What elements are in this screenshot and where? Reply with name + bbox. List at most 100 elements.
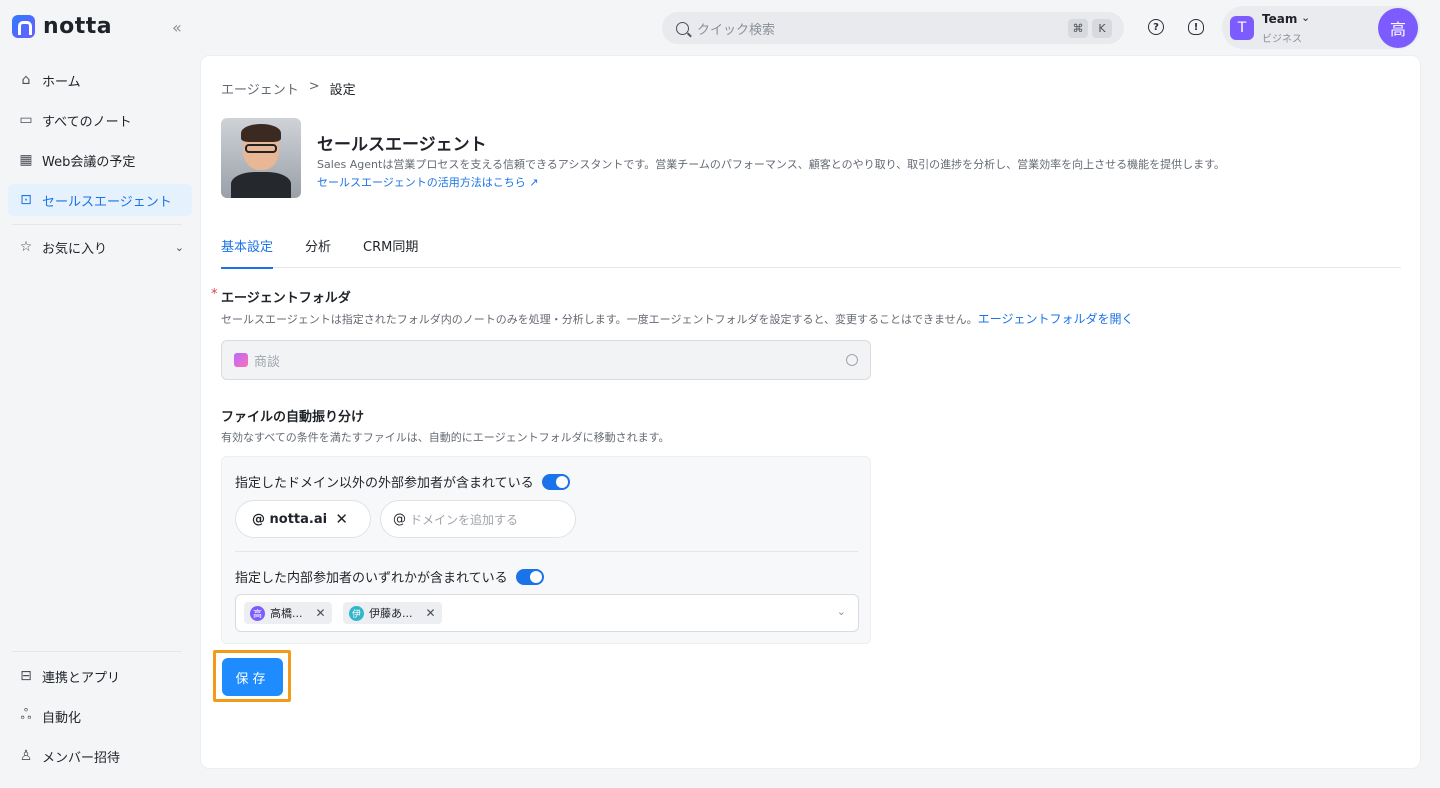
sidebar-item-automation[interactable]: ஃ 自動化 — [8, 700, 192, 732]
team-badge: T — [1230, 16, 1254, 40]
agent-help-link[interactable]: セールスエージェントの活用方法はこちら ↗ — [317, 174, 539, 190]
breadcrumb-agents[interactable]: エージェント — [221, 79, 299, 98]
close-icon[interactable]: ✕ — [335, 510, 348, 528]
kbd-cmd: ⌘ — [1068, 19, 1088, 38]
sidebar-item-label: ホーム — [42, 74, 81, 90]
close-icon[interactable]: ✕ — [316, 606, 326, 620]
sidebar-item-label: すべてのノート — [42, 114, 132, 130]
sidebar-divider — [12, 651, 182, 652]
main-content: エージェント > 設定 セールスエージェント Sales Agentは営業プロセ… — [201, 56, 1420, 768]
logo-text: notta — [43, 14, 113, 39]
kbd-k: K — [1092, 19, 1112, 38]
avatar-hair — [241, 124, 281, 142]
agent-description: Sales Agentは営業プロセスを支える信頼できるアシスタントです。営業チー… — [317, 158, 1226, 171]
sidebar-item-label: セールスエージェント — [42, 194, 172, 210]
agent-folder-description: セールスエージェントは指定されたフォルダ内のノートのみを処理・分析します。一度エ… — [221, 310, 1133, 327]
member-name: 伊藤あ... — [369, 607, 413, 620]
sidebar-item-label: 自動化 — [42, 710, 82, 726]
sidebar-divider — [12, 224, 182, 225]
sidebar-item-sales-agent[interactable]: ⊡ セールスエージェント — [8, 184, 192, 216]
home-icon: ⌂ — [21, 72, 31, 88]
chevron-down-icon[interactable]: ⌄ — [175, 241, 184, 254]
notta-logo[interactable]: notta — [12, 14, 112, 39]
team-plan: ビジネス — [1262, 34, 1302, 45]
folder-icon: ▭ — [19, 112, 33, 128]
close-icon[interactable]: ✕ — [426, 606, 436, 620]
member-chip: 伊 伊藤あ... ✕ — [343, 602, 442, 624]
sidebar-item-home[interactable]: ⌂ ホーム — [8, 64, 192, 96]
domain-chip: @ notta.ai ✕ — [235, 500, 371, 538]
sidebar-item-label: お気に入り — [42, 241, 108, 257]
avatar-glasses — [245, 144, 277, 153]
rule-internal-members-label: 指定した内部参加者のいずれかが含まれている — [235, 571, 508, 586]
internal-members-toggle[interactable] — [515, 568, 544, 585]
tab-basic-settings[interactable]: 基本設定 — [221, 236, 274, 269]
team-name: Team — [1262, 12, 1298, 26]
chevron-down-icon: ⌄ — [836, 605, 846, 618]
open-agent-folder-link[interactable]: エージェントフォルダを開く — [978, 312, 1134, 326]
breadcrumb-separator: > — [308, 79, 320, 94]
lightbulb-icon[interactable]: ! — [1188, 19, 1204, 35]
favorites-nav: ☆ お気に入り ⌄ — [8, 231, 192, 271]
agent-folder-title: * エージェントフォルダ — [211, 287, 351, 306]
domain-input-placeholder: ドメインを追加する — [410, 512, 519, 527]
avatar: 伊 — [349, 605, 364, 621]
tab-bar: 基本設定 分析 CRM同期 — [221, 236, 1401, 269]
member-name: 高橋... — [270, 607, 303, 620]
domain-input[interactable]: @ ドメインを追加する — [380, 500, 576, 538]
quick-search[interactable]: クイック検索 ⌘ K — [662, 12, 1124, 44]
rule-external-domain-label: 指定したドメイン以外の外部参加者が含まれている — [235, 476, 534, 491]
calendar-icon: ▦ — [19, 152, 33, 168]
agent-folder-title-text: エージェントフォルダ — [221, 291, 351, 306]
folder-icon — [234, 353, 248, 367]
collapse-sidebar-icon[interactable]: « — [172, 18, 182, 37]
rule-internal-members: 指定した内部参加者のいずれかが含まれている — [235, 567, 544, 586]
sidebar-item-integrations[interactable]: ⊟ 連携とアプリ — [8, 660, 192, 692]
notta-logo-icon — [12, 15, 35, 38]
sidebar: notta « ⌂ ホーム ▭ すべてのノート ▦ Web会議の予定 ⊡ セール… — [0, 0, 200, 788]
external-domain-toggle[interactable] — [541, 473, 570, 490]
tab-analysis[interactable]: 分析 — [305, 236, 331, 268]
member-select[interactable]: 高 高橋... ✕ 伊 伊藤あ... ✕ ⌄ — [235, 594, 859, 632]
agent-folder-description-text: セールスエージェントは指定されたフォルダ内のノートのみを処理・分析します。一度エ… — [221, 313, 978, 326]
member-chip: 高 高橋... ✕ — [244, 602, 332, 624]
add-member-icon: ♙ — [19, 748, 33, 764]
sidebar-item-label: メンバー招待 — [42, 750, 121, 766]
page-title: セールスエージェント — [317, 135, 487, 155]
auto-sort-description: 有効なすべての条件を満たすファイルは、自動的にエージェントフォルダに移動されます… — [221, 431, 670, 444]
tab-crm-sync[interactable]: CRM同期 — [363, 236, 418, 268]
avatar: 高 — [250, 605, 265, 621]
domain-chip-label: @ notta.ai — [252, 511, 328, 527]
auto-sort-title: ファイルの自動振り分け — [221, 410, 365, 425]
bottom-nav: ⊟ 連携とアプリ ஃ 自動化 ♙ メンバー招待 — [8, 660, 192, 780]
search-placeholder: クイック検索 — [697, 22, 776, 38]
sidebar-item-all-notes[interactable]: ▭ すべてのノート — [8, 104, 192, 136]
sidebar-item-meetings[interactable]: ▦ Web会議の予定 — [8, 144, 192, 176]
at-sign: @ — [393, 511, 406, 527]
star-icon: ☆ — [19, 239, 33, 255]
main-nav: ⌂ ホーム ▭ すべてのノート ▦ Web会議の予定 ⊡ セールスエージェント — [8, 64, 192, 224]
rules-divider — [235, 551, 858, 552]
save-button[interactable]: 保存 — [222, 658, 283, 696]
automation-icon: ஃ — [20, 707, 32, 723]
robot-icon: ⊡ — [20, 192, 32, 208]
briefcase-icon: ⊟ — [20, 668, 32, 684]
rule-external-domain: 指定したドメイン以外の外部参加者が含まれている — [235, 472, 570, 491]
breadcrumb: エージェント > 設定 — [221, 79, 356, 98]
sidebar-item-favorites[interactable]: ☆ お気に入り ⌄ — [8, 231, 192, 263]
search-icon — [846, 354, 858, 366]
chevron-down-icon: ⌄ — [1301, 11, 1311, 24]
required-mark: * — [211, 287, 218, 302]
rules-box: 指定したドメイン以外の外部参加者が含まれている @ notta.ai ✕ @ ド… — [221, 456, 871, 644]
team-switcher[interactable]: T Team ⌄ ビジネス 高 — [1222, 6, 1420, 49]
agent-folder-input[interactable]: 商談 — [221, 340, 871, 380]
search-icon — [676, 21, 689, 35]
avatar-body — [231, 172, 291, 198]
breadcrumb-current: 設定 — [329, 83, 356, 98]
sidebar-item-label: Web会議の予定 — [42, 154, 136, 170]
help-icon[interactable]: ? — [1148, 19, 1164, 35]
sidebar-item-label: 連携とアプリ — [42, 670, 121, 686]
agent-avatar-image — [221, 118, 301, 198]
avatar[interactable]: 高 — [1378, 8, 1418, 48]
sidebar-item-invite[interactable]: ♙ メンバー招待 — [8, 740, 192, 772]
